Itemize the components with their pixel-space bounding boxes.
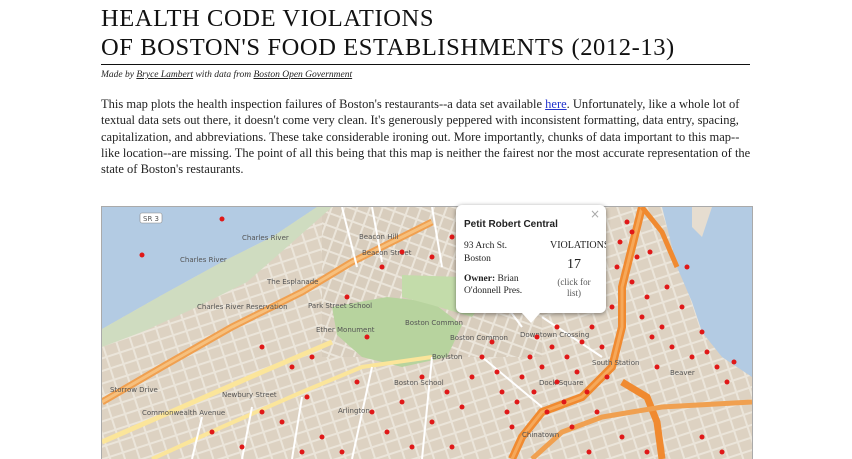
violations-label: VIOLATIONS [550,240,606,251]
violations-map[interactable]: Charles River Charles River Charles Rive… [101,206,753,459]
label-boston-common-1: Boston Common [405,319,463,327]
label-beacon-hill: Beacon Hill [359,233,398,241]
label-newbury-street: Newbury Street [222,391,277,399]
violations-count[interactable]: 17 [556,257,592,273]
label-boston-common-2: Boston Common [450,334,508,342]
source-link[interactable]: Boston Open Government [253,70,352,80]
label-charles-river-1: Charles River [180,256,227,264]
title-line-1: HEALTH CODE VIOLATIONS [101,5,435,32]
popup-close-icon[interactable]: × [590,207,600,221]
label-downtown-crossing: Downtown Crossing [520,331,589,339]
label-arlington: Arlington [338,407,370,415]
violations-list-link[interactable]: (click for list) [550,277,598,299]
title-divider [101,64,750,65]
intro-text-before: This map plots the health inspection fai… [101,97,546,111]
address-line-1: 93 Arch St. [464,241,508,251]
map-canvas[interactable]: Charles River Charles River Charles Rive… [102,207,752,459]
label-park-street-school: Park Street School [308,302,372,310]
label-sr3: SR 3 [143,215,159,223]
label-beaver: Beaver [670,369,695,377]
restaurant-owner: Owner: Brian O'donnell Pres. [464,273,544,297]
data-set-link[interactable]: here [545,97,567,111]
restaurant-name: Petit Robert Central [464,219,558,230]
intro-paragraph: This map plots the health inspection fai… [101,96,751,177]
credit-with-data: with data from [195,70,252,80]
page-title: HEALTH CODE VIOLATIONS OF BOSTON'S FOOD … [101,4,675,62]
owner-label: Owner: [464,274,496,284]
restaurant-popup: × Petit Robert Central 93 Arch St. Bosto… [456,205,606,323]
label-storrow-drive: Storrow Drive [110,386,158,394]
author-link[interactable]: Bryce Lambert [136,70,193,80]
restaurant-address: 93 Arch St. Boston [464,240,534,266]
credit-made-by: Made by [101,70,134,80]
label-boston-school: Boston School [394,379,444,387]
label-esplanade: The Esplanade [266,278,318,286]
label-boylston: Boylston [432,353,462,361]
label-chinatown: Chinatown [522,431,559,439]
label-south-station: South Station [592,359,639,367]
credit-line: Made by Bryce Lambert with data from Bos… [101,70,352,80]
title-line-2: OF BOSTON'S FOOD ESTABLISHMENTS (2012-13… [101,34,675,61]
label-charles-river-reservation: Charles River Reservation [197,303,288,311]
label-charles-river-2: Charles River [242,234,289,242]
address-line-2: Boston [464,254,491,264]
label-dock-square: Dock Square [539,379,583,387]
label-commonwealth-avenue: Commonwealth Avenue [142,409,225,417]
label-ether-monument: Ether Monument [316,326,375,334]
